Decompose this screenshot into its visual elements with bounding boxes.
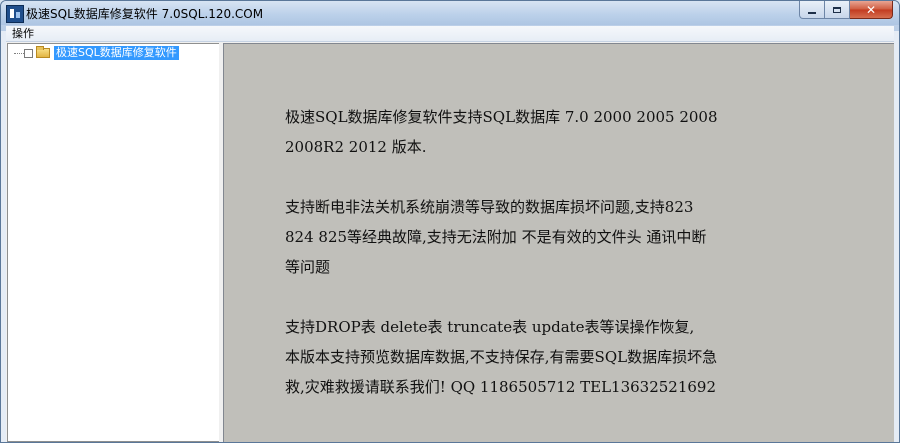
info-line: 支持断电非法关机系统崩溃等导致的数据库损坏问题,支持823 [285,198,694,216]
info-paragraph-contact: 支持DROP表 delete表 truncate表 update表等误操作恢复,… [285,312,765,402]
window-title: 极速SQL数据库修复软件 7.0SQL.120.COM [26,7,264,21]
tree-connector-line [14,52,24,54]
tree-node-label[interactable]: 极速SQL数据库修复软件 [54,46,179,60]
close-icon: ✕ [865,2,877,17]
maximize-button[interactable] [825,1,850,19]
minimize-button[interactable] [799,1,825,19]
info-text: 极速SQL数据库修复软件支持SQL数据库 7.0 2000 2005 2008 … [285,102,765,432]
client-area: 极速SQL数据库修复软件 极速SQL数据库修复软件支持SQL数据库 7.0 20… [6,42,894,442]
window-controls: ✕ [799,1,893,20]
info-line: 等问题 [285,258,331,276]
menu-bar: 操作 [6,26,894,42]
info-panel: 极速SQL数据库修复软件支持SQL数据库 7.0 2000 2005 2008 … [223,43,894,442]
info-line: 救,灾难救援请联系我们! QQ 1186505712 TEL1363252169… [285,378,717,396]
info-line: 极速SQL数据库修复软件支持SQL数据库 7.0 2000 2005 2008 [285,108,718,126]
tree-view[interactable]: 极速SQL数据库修复软件 [7,43,220,442]
app-window: 极速SQL数据库修复软件 7.0SQL.120.COM ✕ 操作 极速SQL数据… [0,0,900,443]
info-line: 2008R2 2012 版本. [285,138,427,156]
title-bar[interactable]: 极速SQL数据库修复软件 7.0SQL.120.COM ✕ [1,1,899,25]
info-line: 824 825等经典故障,支持无法附加 不是有效的文件头 通讯中断 [285,228,707,246]
expand-collapse-icon[interactable] [24,48,33,58]
info-paragraph-versions: 极速SQL数据库修复软件支持SQL数据库 7.0 2000 2005 2008 … [285,102,765,162]
menu-item-operations[interactable]: 操作 [12,26,34,41]
info-line: 本版本支持预览数据库数据,不支持保存,有需要SQL数据库损坏急 [285,348,718,366]
folder-icon [36,46,50,58]
tree-node-root[interactable]: 极速SQL数据库修复软件 [14,46,179,60]
minimize-icon [808,11,816,14]
app-icon[interactable] [6,5,24,23]
info-paragraph-faults: 支持断电非法关机系统崩溃等导致的数据库损坏问题,支持823 824 825等经典… [285,192,765,282]
maximize-icon [833,6,841,13]
close-button[interactable]: ✕ [850,1,893,19]
info-line: 支持DROP表 delete表 truncate表 update表等误操作恢复, [285,318,695,336]
